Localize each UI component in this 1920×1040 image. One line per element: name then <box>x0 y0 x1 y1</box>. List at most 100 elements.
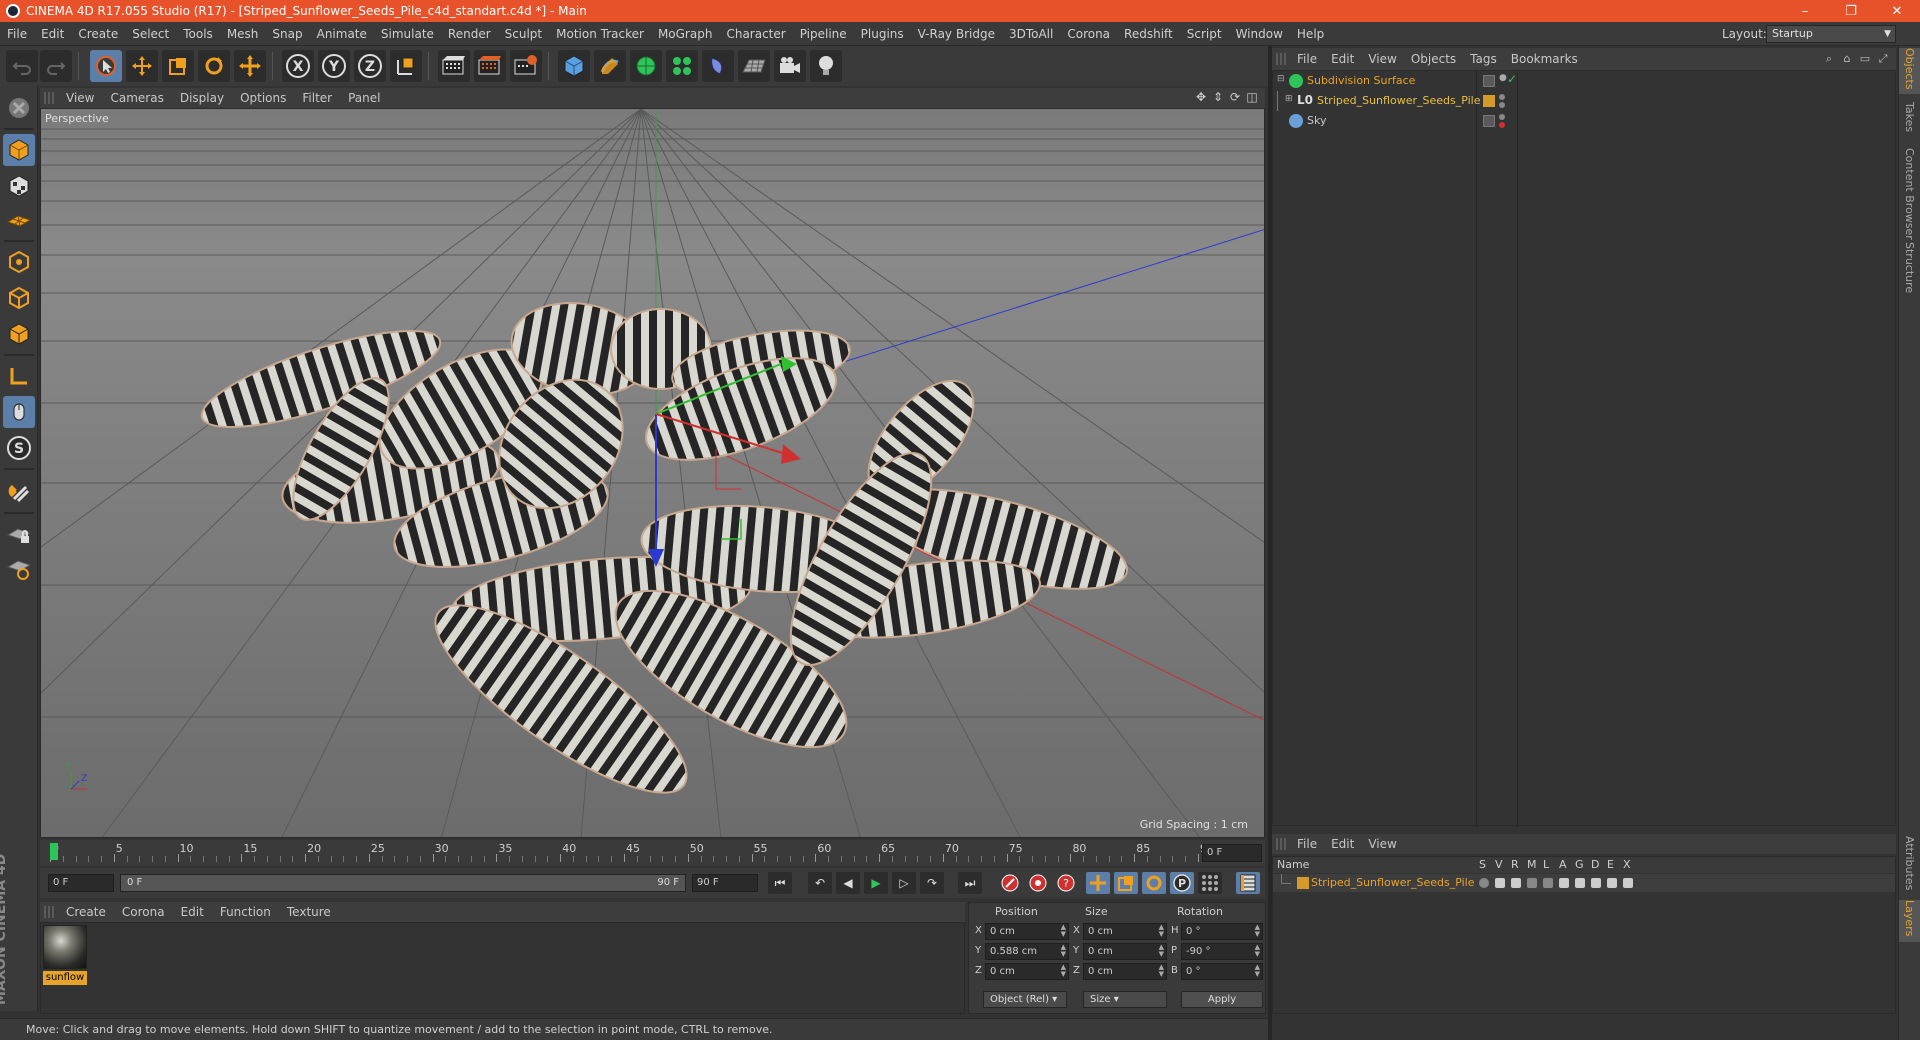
layer-menu-file[interactable]: File <box>1290 837 1324 851</box>
menu-vray-bridge[interactable]: V-Ray Bridge <box>911 27 1002 41</box>
parameter-key-button[interactable]: P <box>1170 872 1194 894</box>
edges-mode-button[interactable] <box>3 282 35 314</box>
move-tool-button[interactable] <box>126 50 158 82</box>
scale-tool-button[interactable] <box>162 50 194 82</box>
panel-grip[interactable] <box>44 906 54 918</box>
layer-col-name[interactable]: Name <box>1277 858 1309 871</box>
animation-toggle-icon[interactable] <box>1559 878 1569 888</box>
menu-create[interactable]: Create <box>71 27 125 41</box>
material-tag-icon[interactable] <box>1483 95 1495 107</box>
move-all-button[interactable] <box>234 50 266 82</box>
deformers-toggle-icon[interactable] <box>1591 878 1601 888</box>
rotate-tool-button[interactable] <box>198 50 230 82</box>
spinner-icon[interactable]: ▲ ▼ <box>1255 944 1260 958</box>
layout-dropdown[interactable]: Startup ▼ <box>1766 25 1896 43</box>
viewport-toggle-icon[interactable]: ◫ <box>1245 90 1259 104</box>
polygons-mode-button[interactable] <box>3 318 35 350</box>
select-tool-button[interactable] <box>90 50 122 82</box>
timeline-ruler[interactable]: 051015202530354045505560657075808590 0 F <box>40 840 1265 866</box>
expand-icon[interactable]: ⤢ <box>1876 52 1890 66</box>
layer-menu-view[interactable]: View <box>1361 837 1403 851</box>
panel-grip[interactable] <box>44 92 54 104</box>
menu-3dtoall[interactable]: 3DToAll <box>1002 27 1060 41</box>
menu-file[interactable]: File <box>0 27 34 41</box>
menu-redshift[interactable]: Redshift <box>1117 27 1180 41</box>
menu-mograph[interactable]: MoGraph <box>651 27 720 41</box>
tab-content-browser[interactable]: Content Browser <box>1899 148 1920 240</box>
object-menu-file[interactable]: File <box>1290 52 1324 66</box>
menu-mesh[interactable]: Mesh <box>220 27 266 41</box>
material-menu-edit[interactable]: Edit <box>173 905 212 919</box>
solo-button[interactable]: S <box>3 432 35 464</box>
make-editable-button[interactable] <box>3 92 35 124</box>
add-floor-button[interactable] <box>738 50 770 82</box>
preview-range-slider[interactable]: 0 F 90 F <box>120 874 686 892</box>
step-forward-button[interactable]: ▷ <box>892 872 916 894</box>
redo-button[interactable] <box>40 50 72 82</box>
perspective-viewport[interactable]: Y Z Perspective Grid Spacing : 1 cm <box>40 108 1265 838</box>
add-cloner-button[interactable] <box>666 50 698 82</box>
render-dot-icon[interactable] <box>1499 122 1505 128</box>
end-frame-field[interactable]: 90 F <box>692 874 758 892</box>
layer-visibility-icon[interactable] <box>1483 75 1495 87</box>
object-row-seeds-pile[interactable]: ⊞ L0 Striped_Sunflower_Seeds_Pile <box>1273 91 1895 111</box>
collapse-icon[interactable]: ⊟ <box>1277 74 1285 84</box>
menu-pipeline[interactable]: Pipeline <box>793 27 854 41</box>
layer-col-generators[interactable]: G <box>1575 858 1584 871</box>
spinner-icon[interactable]: ▲ ▼ <box>1061 944 1066 958</box>
add-subdivision-button[interactable] <box>630 50 662 82</box>
current-frame-field[interactable]: 0 F <box>1202 844 1262 862</box>
rot-b-field[interactable]: 0 ° ▲ ▼ <box>1181 963 1263 980</box>
edit-render-settings-button[interactable] <box>510 50 542 82</box>
scale-key-button[interactable] <box>1114 872 1138 894</box>
spinner-icon[interactable]: ▲ ▼ <box>1061 924 1066 938</box>
menu-plugins[interactable]: Plugins <box>854 27 911 41</box>
autokey-button[interactable] <box>1026 872 1050 894</box>
menu-simulate[interactable]: Simulate <box>374 27 441 41</box>
add-light-button[interactable] <box>810 50 842 82</box>
spinner-icon[interactable]: ▲ ▼ <box>1159 944 1164 958</box>
render-picture-viewer-button[interactable] <box>474 50 506 82</box>
start-frame-field[interactable]: 0 F <box>48 874 114 892</box>
expressions-toggle-icon[interactable] <box>1607 878 1617 888</box>
layer-menu-edit[interactable]: Edit <box>1324 837 1361 851</box>
editor-dot-icon[interactable] <box>1499 94 1505 100</box>
sunflower-seeds-pile[interactable] <box>193 293 1137 822</box>
play-button[interactable]: ▶ <box>864 872 888 894</box>
layer-col-expressions[interactable]: E <box>1607 858 1614 871</box>
layer-row[interactable]: Striped_Sunflower_Seeds_Pile <box>1273 874 1895 892</box>
close-button[interactable]: ✕ <box>1874 0 1920 22</box>
rot-p-field[interactable]: -90 ° ▲ ▼ <box>1181 943 1263 960</box>
record-button[interactable] <box>998 872 1022 894</box>
view-toggle-icon[interactable] <box>1495 878 1505 888</box>
material-menu-create[interactable]: Create <box>58 905 114 919</box>
layer-color-swatch[interactable] <box>1297 877 1309 889</box>
layer-col-locked[interactable]: L <box>1543 858 1549 871</box>
step-back-button[interactable]: ◀ <box>836 872 860 894</box>
object-menu-view[interactable]: View <box>1361 52 1403 66</box>
viewport-dolly-icon[interactable]: ⇕ <box>1211 90 1225 104</box>
menu-snap[interactable]: Snap <box>265 27 309 41</box>
undo-button[interactable] <box>6 50 38 82</box>
pos-z-field[interactable]: 0 cm ▲ ▼ <box>985 963 1069 980</box>
material-menu-corona[interactable]: Corona <box>114 905 173 919</box>
point-level-button[interactable] <box>1198 872 1222 894</box>
keyframe-selection-button[interactable]: ? <box>1054 872 1078 894</box>
minimize-button[interactable]: – <box>1782 0 1828 22</box>
spinner-icon[interactable]: ▲ ▼ <box>1159 924 1164 938</box>
object-row-sky[interactable]: Sky <box>1273 111 1895 131</box>
apply-button[interactable]: Apply <box>1181 991 1263 1008</box>
home-icon[interactable]: ⌂ <box>1840 52 1854 66</box>
layer-visibility-icon[interactable] <box>1483 115 1495 127</box>
coordinate-mode-dropdown[interactable]: Object (Rel) ▾ <box>983 991 1067 1008</box>
viewport-menu-view[interactable]: View <box>58 91 102 105</box>
menu-render[interactable]: Render <box>441 27 498 41</box>
add-spline-button[interactable] <box>594 50 626 82</box>
menu-edit[interactable]: Edit <box>34 27 71 41</box>
layer-col-solo[interactable]: S <box>1479 858 1486 871</box>
tab-objects[interactable]: Objects <box>1899 48 1920 94</box>
tweak-mode-button[interactable] <box>3 396 35 428</box>
xref-toggle-icon[interactable] <box>1623 878 1633 888</box>
size-z-field[interactable]: 0 cm ▲ ▼ <box>1083 963 1167 980</box>
menu-animate[interactable]: Animate <box>310 27 374 41</box>
